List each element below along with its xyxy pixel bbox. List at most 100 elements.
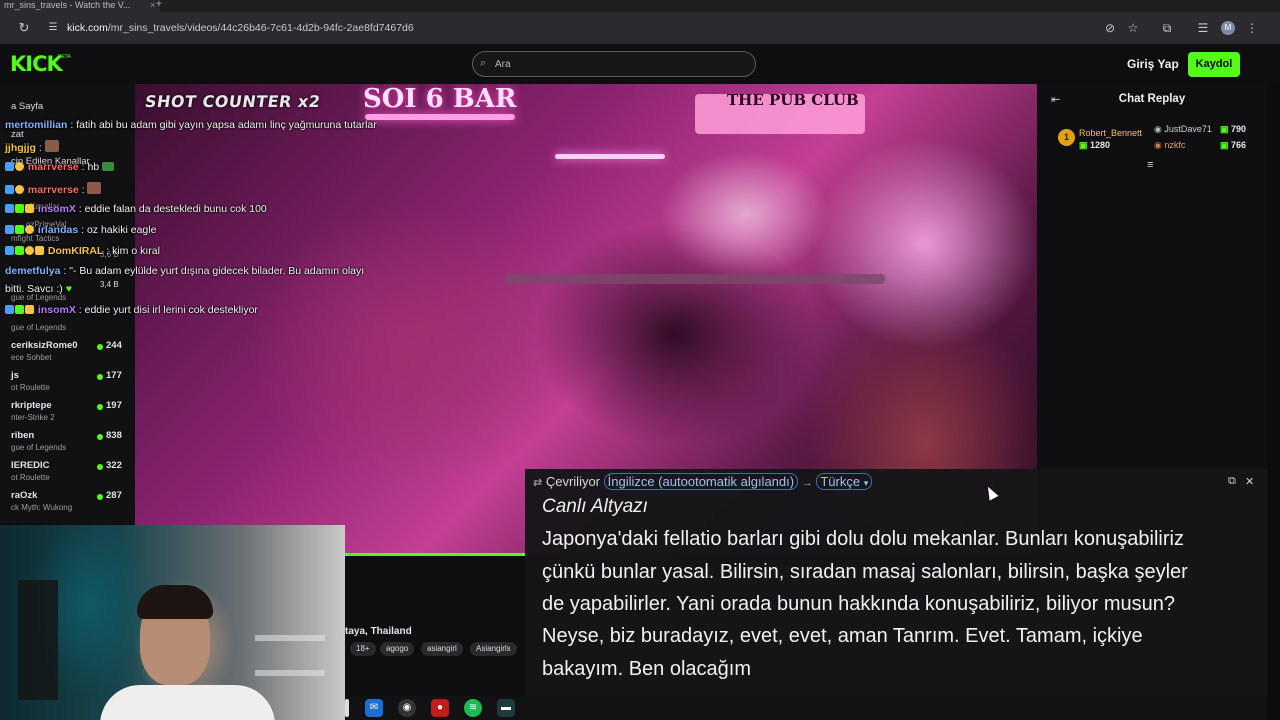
- chat-username[interactable]: DomKIRAL: [48, 245, 103, 257]
- close-icon[interactable]: ✕: [1245, 475, 1254, 488]
- page-scrollbar[interactable]: [1267, 84, 1280, 720]
- chat-username[interactable]: insomX: [38, 203, 76, 215]
- leaderboard-gifts: ▣ 790: [1220, 124, 1246, 135]
- shot-counter-overlay: SHOT COUNTER x2: [143, 92, 322, 111]
- leaderboard-name[interactable]: ◉ nzkfc: [1154, 140, 1185, 151]
- badge-icon: [5, 225, 14, 234]
- reload-icon[interactable]: ↻: [15, 19, 33, 37]
- chat-message: DomKIRAL : kim o kıral: [5, 245, 160, 257]
- leaderboard-name-text: nzkfc: [1164, 140, 1186, 150]
- search-input[interactable]: [495, 56, 745, 72]
- sidebar-channel[interactable]: ceriksizRome0 ece Sohbet 244: [0, 340, 135, 370]
- gift-icon: ▣: [1220, 124, 1229, 134]
- tag-chip[interactable]: Asiangirls: [470, 642, 517, 656]
- gift-icon: ▣: [1079, 140, 1088, 150]
- kick-logo[interactable]: KICK: [10, 52, 63, 76]
- gift-count: 766: [1231, 140, 1247, 150]
- emote-icon: [102, 162, 115, 171]
- heart-icon: ♥: [65, 283, 72, 295]
- live-caption-window[interactable]: ⇄ Çevriliyor İngilizce (autootomatik alg…: [525, 469, 1267, 696]
- chat-text: :: [78, 184, 85, 196]
- gift-count: 1280: [1090, 140, 1111, 150]
- search-box[interactable]: ⌕: [472, 51, 756, 77]
- badge-icon: [25, 246, 34, 255]
- source-language-button[interactable]: İngilizce (autootomatik algılandı): [603, 473, 799, 490]
- chat-message: marrverse :: [5, 182, 102, 196]
- collapse-chat-icon[interactable]: ⇤: [1051, 93, 1060, 106]
- viewer-count: 322: [106, 460, 122, 471]
- channel-name: ceriksizRome0: [11, 340, 78, 351]
- new-tab-icon[interactable]: +: [156, 0, 162, 10]
- stream-info: taya, Thailand 18+ agogo asiangirl Asian…: [345, 556, 525, 696]
- neon-light: [555, 154, 665, 159]
- eye-off-icon[interactable]: ⊘: [1101, 19, 1119, 37]
- tag-chip[interactable]: asiangirl: [421, 642, 463, 656]
- sidebar-fragment: 3,4 B: [100, 280, 119, 289]
- chat-username[interactable]: marrverse: [28, 184, 79, 196]
- sidebar-channel[interactable]: js ot Roulette 177: [0, 370, 135, 400]
- channel-category: gue of Legends: [11, 443, 67, 452]
- chat-panel: Chat Replay ⇤ 1 Robert_Bennett ▣ 1280 ◉ …: [1037, 84, 1267, 469]
- caption-line: bakayım. Ben olacağım: [542, 658, 751, 680]
- streamer-body: [100, 685, 275, 720]
- badge-icon: [15, 185, 24, 194]
- bookmark-star-icon[interactable]: ☆: [1124, 19, 1142, 37]
- browser-tab-strip: mr_sins_travels - Watch the V... × +: [0, 0, 1280, 12]
- sidebar-channel[interactable]: rkriptepe nter-Strike 2 197: [0, 400, 135, 430]
- sidebar-channel[interactable]: riben gue of Legends 838: [0, 430, 135, 460]
- emote-icon: [44, 140, 59, 152]
- signup-button[interactable]: Kaydol: [1188, 52, 1240, 77]
- badge-icon: [5, 246, 14, 255]
- chat-text: : fatih abi bu adam gibi yayın yapsa ada…: [67, 119, 377, 131]
- tab-close-icon[interactable]: ×: [150, 0, 155, 10]
- live-dot-icon: [97, 374, 103, 380]
- caption-header: ⇄ Çevriliyor İngilizce (autootomatik alg…: [533, 473, 873, 490]
- chat-username[interactable]: insomX: [38, 304, 76, 316]
- viewer-count: 177: [106, 370, 122, 381]
- caption-line: Neyse, biz buradayız, evet, evet, aman T…: [542, 625, 1143, 647]
- expand-window-icon[interactable]: ⧉: [1228, 475, 1236, 488]
- sidebar-home-link[interactable]: a Sayfa: [11, 101, 43, 112]
- address-bar[interactable]: kick.com/mr_sins_travels/videos/44c26b46…: [67, 18, 1177, 38]
- reading-list-icon[interactable]: ☰: [1194, 19, 1212, 37]
- sidebar-channel[interactable]: raOzk ck Myth: Wukong 287: [0, 490, 135, 520]
- live-dot-icon: [97, 494, 103, 500]
- tag-chip[interactable]: agogo: [380, 642, 415, 656]
- chat-message: insomX : eddie falan da destekledi bunu …: [5, 203, 267, 215]
- chat-username[interactable]: marrverse: [28, 161, 79, 173]
- chat-username[interactable]: jjhgjjg: [5, 142, 36, 154]
- url-path: /mr_sins_travels/videos/44c26b46-7c61-4d…: [107, 22, 414, 34]
- leaderboard-name[interactable]: ◉ JustDave71: [1154, 124, 1212, 135]
- badge-icon: [5, 185, 14, 194]
- sidebar-fragment: gue of Legends: [11, 323, 67, 332]
- live-dot-icon: [97, 434, 103, 440]
- browser-menu-icon[interactable]: ⋮: [1243, 19, 1261, 37]
- translate-icon: ⇄: [533, 477, 543, 489]
- neon-light: [365, 114, 515, 120]
- spotify-icon[interactable]: ≋: [464, 699, 482, 717]
- app-teal-icon[interactable]: ▬: [497, 699, 515, 717]
- channel-category: ot Roulette: [11, 383, 50, 392]
- app-red-icon[interactable]: ●: [431, 699, 449, 717]
- stream-location: taya, Thailand: [345, 626, 412, 637]
- site-info-icon[interactable]: ☰: [44, 19, 62, 37]
- chat-username[interactable]: mertomillian: [5, 119, 67, 131]
- chat-username[interactable]: demetfulya: [5, 265, 60, 277]
- tag-chip[interactable]: 18+: [350, 642, 376, 656]
- badge-icon: [35, 246, 44, 255]
- leaderboard-gifts: ▣ 766: [1220, 140, 1246, 151]
- profile-avatar[interactable]: M: [1221, 21, 1235, 35]
- outlook-icon[interactable]: ✉: [365, 699, 383, 717]
- login-button[interactable]: Giriş Yap: [1127, 57, 1179, 71]
- chat-username[interactable]: irlandas: [38, 224, 78, 236]
- chat-message: insomX : eddie yurt disi irl lerini cok …: [5, 304, 258, 316]
- expand-leaderboard-icon[interactable]: ≡: [1147, 159, 1153, 171]
- leaderboard-name[interactable]: Robert_Bennett: [1079, 128, 1142, 138]
- sidebar-channel[interactable]: IEREDIC ot Roulette 322: [0, 460, 135, 490]
- browser-tab[interactable]: mr_sins_travels - Watch the V... ×: [0, 0, 160, 12]
- extensions-icon[interactable]: ⧉: [1158, 19, 1176, 37]
- target-language-dropdown[interactable]: Türkçe ▾: [816, 473, 873, 490]
- taskbar-app-icon[interactable]: [345, 699, 349, 717]
- live-dot-icon: [97, 404, 103, 410]
- obs-icon[interactable]: ◉: [398, 699, 416, 717]
